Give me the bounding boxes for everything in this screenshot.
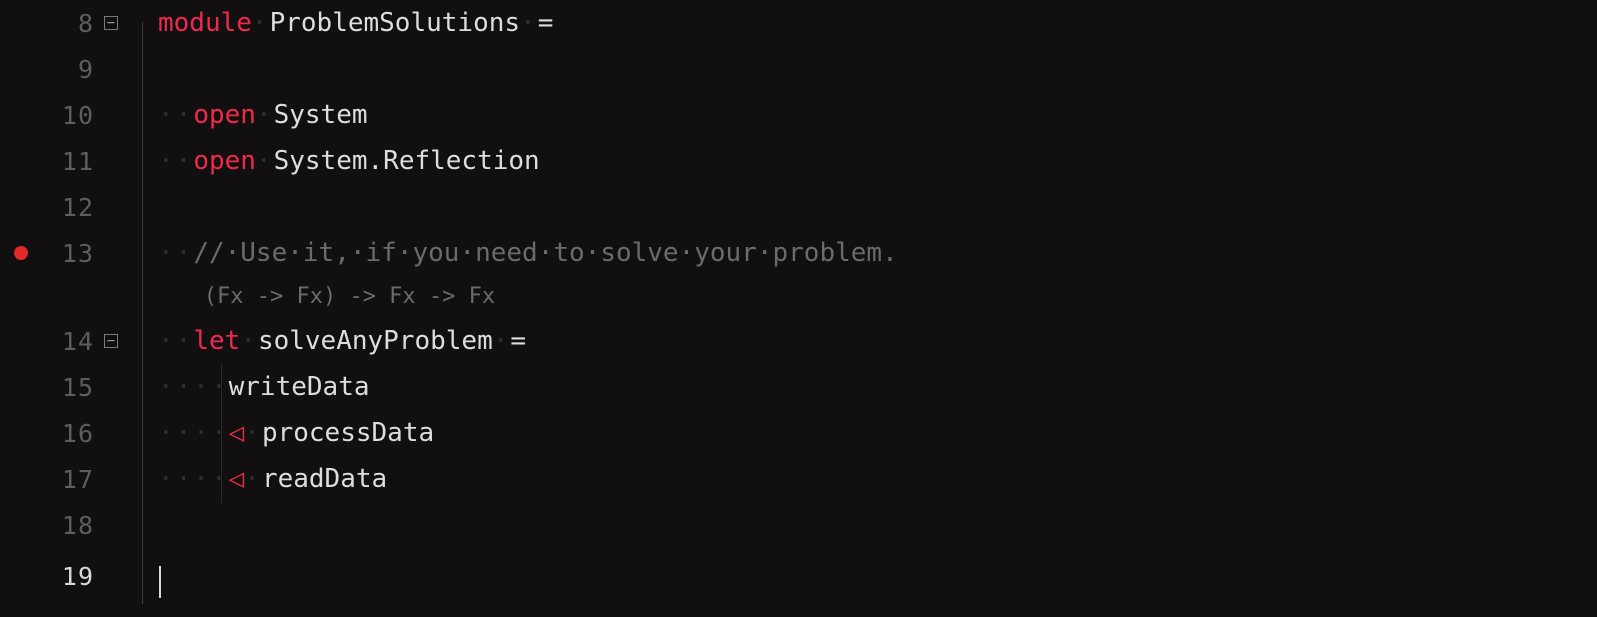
line-number: 12	[42, 195, 94, 220]
code-content[interactable]: ··//·Use·it,·if·you·need·to·solve·your·p…	[158, 240, 1597, 266]
comment-text: Use·it,·if·you·need·to·solve·your·proble…	[240, 238, 897, 268]
comment: //·Use·it,·if·you·need·to·solve·your·pro…	[193, 240, 897, 266]
code-content[interactable]: ··let·solveAnyProblem·=	[158, 328, 1597, 354]
whitespace-dot: ·	[244, 466, 262, 492]
code-line[interactable]: 15 ····writeData	[0, 364, 1597, 410]
line-number: 16	[42, 421, 94, 446]
comment-prefix: //	[193, 238, 224, 268]
whitespace-dot: ·	[256, 148, 274, 174]
code-content[interactable]: module·ProblemSolutions·=	[158, 10, 1597, 36]
operator: =	[538, 10, 554, 36]
line-number: 13	[42, 241, 94, 266]
indent-guide	[128, 318, 158, 364]
whitespace-dot: ····	[158, 466, 229, 492]
code-content[interactable]: ····writeData	[158, 374, 1597, 400]
whitespace-dot: ··	[158, 328, 193, 354]
whitespace-dot: ·	[244, 420, 262, 446]
type-hint: (Fx -> Fx) -> Fx -> Fx	[204, 286, 495, 308]
breakpoint-gutter[interactable]	[0, 246, 42, 260]
line-number: 17	[42, 467, 94, 492]
code-line[interactable]: 8 − module·ProblemSolutions·=	[0, 0, 1597, 46]
whitespace-dot: ····	[158, 420, 229, 446]
operator-compose-icon: ◁	[229, 420, 245, 446]
code-editor[interactable]: 8 − module·ProblemSolutions·= 9 10 ··ope…	[0, 0, 1597, 617]
line-number: 11	[42, 149, 94, 174]
indent-guide	[128, 138, 158, 184]
operator-compose-icon: ◁	[229, 466, 245, 492]
code-content[interactable]: ····◁·readData	[158, 466, 1597, 492]
keyword-let: let	[193, 328, 240, 354]
code-line[interactable]: 10 ··open·System	[0, 92, 1597, 138]
whitespace-dot: ····	[158, 374, 229, 400]
identifier: System	[274, 102, 368, 128]
code-content[interactable]: ····◁·processData	[158, 420, 1597, 446]
keyword-open: open	[193, 102, 256, 128]
indent-guide	[128, 548, 158, 604]
whitespace-dot: ·	[493, 328, 511, 354]
indent-guide	[128, 92, 158, 138]
identifier: readData	[262, 466, 387, 492]
whitespace-dot: ·	[520, 10, 538, 36]
whitespace-dot: ··	[158, 102, 193, 128]
fold-gutter[interactable]: −	[94, 334, 128, 348]
line-number: 15	[42, 375, 94, 400]
whitespace-dot: ·	[240, 328, 258, 354]
line-number: 9	[42, 57, 94, 82]
code-inlay-hint-line: (Fx -> Fx) -> Fx -> Fx	[0, 276, 1597, 318]
code-line[interactable]: 12	[0, 184, 1597, 230]
indent-guide	[128, 410, 158, 456]
indent-guide	[128, 0, 158, 46]
indent-guide	[128, 46, 158, 92]
keyword-open: open	[193, 148, 256, 174]
code-line[interactable]: 14 − ··let·solveAnyProblem·=	[0, 318, 1597, 364]
identifier: solveAnyProblem	[258, 328, 493, 354]
whitespace-dot: ··	[158, 240, 193, 266]
code-line[interactable]: 18	[0, 502, 1597, 548]
breakpoint-icon[interactable]	[14, 246, 28, 260]
whitespace-dot: ·	[256, 102, 274, 128]
code-line[interactable]: 17 ····◁·readData	[0, 456, 1597, 502]
indent-guide	[128, 230, 158, 276]
indent-guide	[128, 184, 158, 230]
keyword-module: module	[158, 10, 252, 36]
whitespace-dot	[158, 286, 204, 308]
line-number: 10	[42, 103, 94, 128]
code-line[interactable]: 11 ··open·System.Reflection	[0, 138, 1597, 184]
code-line[interactable]: 19	[0, 548, 1597, 604]
indent-guide	[128, 276, 158, 318]
identifier: System.Reflection	[274, 148, 540, 174]
whitespace-dot: ·	[252, 10, 270, 36]
code-content: (Fx -> Fx) -> Fx -> Fx	[158, 286, 1597, 308]
identifier: writeData	[229, 374, 370, 400]
identifier: ProblemSolutions	[270, 10, 520, 36]
fold-gutter[interactable]: −	[94, 16, 128, 30]
code-line[interactable]: 9	[0, 46, 1597, 92]
identifier: processData	[262, 420, 434, 446]
text-cursor	[159, 566, 161, 598]
operator: =	[510, 328, 526, 354]
indent-guide	[128, 456, 158, 502]
indent-guide	[128, 502, 158, 548]
code-content[interactable]: ··open·System	[158, 102, 1597, 128]
code-content[interactable]: ··open·System.Reflection	[158, 148, 1597, 174]
fold-minus-icon[interactable]: −	[104, 334, 118, 348]
code-line[interactable]: 13 ··//·Use·it,·if·you·need·to·solve·you…	[0, 230, 1597, 276]
whitespace-dot: ··	[158, 148, 193, 174]
fold-minus-icon[interactable]: −	[104, 16, 118, 30]
code-line[interactable]: 16 ····◁·processData	[0, 410, 1597, 456]
line-number: 14	[42, 329, 94, 354]
indent-guide	[128, 364, 158, 410]
line-number-current: 19	[42, 564, 94, 589]
line-number: 18	[42, 513, 94, 538]
line-number: 8	[42, 11, 94, 36]
